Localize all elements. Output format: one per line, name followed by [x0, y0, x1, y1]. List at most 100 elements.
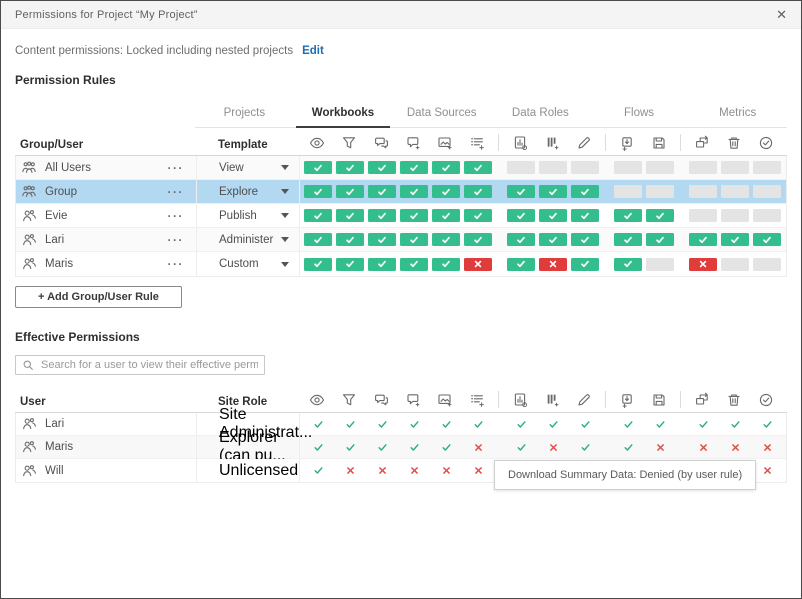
permission-cell-move[interactable]	[689, 185, 717, 198]
effective-mark-funnel	[336, 419, 364, 430]
permission-cell-move[interactable]	[689, 161, 717, 174]
permission-cell-data-bars-plus[interactable]	[539, 185, 567, 198]
user-header: User	[20, 396, 46, 408]
template-select[interactable]: Publish	[219, 210, 289, 222]
effective-mark-comments	[368, 442, 396, 453]
permission-cell-box-arrow-plus[interactable]	[614, 209, 642, 222]
search-input[interactable]	[15, 355, 265, 375]
permission-cell-funnel[interactable]	[336, 161, 364, 174]
permission-cell-funnel[interactable]	[336, 185, 364, 198]
permission-cell-move[interactable]	[689, 233, 717, 246]
permission-cell-comment-plus[interactable]	[400, 161, 428, 174]
permission-cell-chart-doc[interactable]	[507, 209, 535, 222]
permission-cell-floppy[interactable]	[646, 209, 674, 222]
row-actions-menu-icon[interactable]: ···	[168, 185, 197, 199]
permission-cell-comments[interactable]	[368, 258, 396, 271]
template-select[interactable]: Custom	[219, 258, 289, 270]
permission-cell-trash[interactable]	[721, 185, 749, 198]
permission-cell-eye[interactable]	[304, 185, 332, 198]
tab-flows[interactable]: Flows	[590, 103, 689, 127]
permission-cell-move[interactable]	[689, 258, 717, 271]
template-select[interactable]: View	[219, 162, 289, 174]
permission-cell-pencil[interactable]	[571, 233, 599, 246]
tab-data-sources[interactable]: Data Sources	[392, 103, 491, 127]
permission-cell-data-bars-plus[interactable]	[539, 161, 567, 174]
permission-cell-shield-check[interactable]	[753, 258, 781, 271]
row-actions-menu-icon[interactable]: ···	[168, 161, 197, 175]
permission-cell-eye[interactable]	[304, 258, 332, 271]
template-select[interactable]: Explore	[219, 186, 289, 198]
effective-mark-list-plus	[464, 465, 492, 476]
permission-cell-data-bars-plus[interactable]	[539, 258, 567, 271]
permission-cell-comments[interactable]	[368, 233, 396, 246]
close-icon[interactable]: ✕	[776, 8, 787, 21]
permission-cell-box-arrow-plus[interactable]	[614, 233, 642, 246]
permission-cell-data-bars-plus[interactable]	[539, 233, 567, 246]
permission-cell-floppy[interactable]	[646, 233, 674, 246]
permission-cell-data-bars-plus[interactable]	[539, 209, 567, 222]
permission-cell-eye[interactable]	[304, 161, 332, 174]
permission-cell-trash[interactable]	[721, 258, 749, 271]
permission-cell-list-plus[interactable]	[464, 185, 492, 198]
permission-cell-list-plus[interactable]	[464, 161, 492, 174]
edit-link[interactable]: Edit	[302, 45, 324, 57]
capability-cells	[300, 228, 786, 251]
permission-cell-funnel[interactable]	[336, 258, 364, 271]
tab-projects[interactable]: Projects	[195, 103, 294, 127]
permission-cell-shield-check[interactable]	[753, 233, 781, 246]
permission-cell-funnel[interactable]	[336, 233, 364, 246]
permission-cell-chart-doc[interactable]	[507, 161, 535, 174]
permission-cell-trash[interactable]	[721, 161, 749, 174]
permission-cell-image-plus[interactable]	[432, 209, 460, 222]
permission-cell-chart-doc[interactable]	[507, 233, 535, 246]
permission-cell-floppy[interactable]	[646, 161, 674, 174]
tab-workbooks[interactable]: Workbooks	[294, 103, 393, 127]
permission-cell-pencil[interactable]	[571, 258, 599, 271]
permission-cell-chart-doc[interactable]	[507, 258, 535, 271]
permission-cell-comments[interactable]	[368, 185, 396, 198]
permission-cell-image-plus[interactable]	[432, 233, 460, 246]
permission-cell-image-plus[interactable]	[432, 185, 460, 198]
permission-cell-eye[interactable]	[304, 233, 332, 246]
row-actions-menu-icon[interactable]: ···	[168, 233, 197, 247]
permission-cell-floppy[interactable]	[646, 185, 674, 198]
permission-cell-comments[interactable]	[368, 209, 396, 222]
permission-cell-comments[interactable]	[368, 161, 396, 174]
permission-cell-pencil[interactable]	[571, 161, 599, 174]
permission-cell-box-arrow-plus[interactable]	[614, 258, 642, 271]
template-value: Administer	[219, 234, 273, 246]
permission-cell-box-arrow-plus[interactable]	[614, 161, 642, 174]
effective-mark-comments	[368, 419, 396, 430]
permission-cell-move[interactable]	[689, 209, 717, 222]
tab-data-roles[interactable]: Data Roles	[491, 103, 590, 127]
permission-cell-funnel[interactable]	[336, 209, 364, 222]
permission-cell-shield-check[interactable]	[753, 161, 781, 174]
permission-cell-box-arrow-plus[interactable]	[614, 185, 642, 198]
permission-cell-comment-plus[interactable]	[400, 185, 428, 198]
permission-cell-pencil[interactable]	[571, 209, 599, 222]
row-actions-menu-icon[interactable]: ···	[168, 209, 197, 223]
effective-mark-image-plus	[432, 419, 460, 430]
permission-cell-comment-plus[interactable]	[400, 209, 428, 222]
permission-cell-list-plus[interactable]	[464, 258, 492, 271]
permission-cell-shield-check[interactable]	[753, 209, 781, 222]
dropdown-caret-icon	[281, 237, 289, 242]
permission-cell-chart-doc[interactable]	[507, 185, 535, 198]
permission-cell-trash[interactable]	[721, 209, 749, 222]
permission-cell-image-plus[interactable]	[432, 161, 460, 174]
template-select[interactable]: Administer	[219, 234, 289, 246]
row-actions-menu-icon[interactable]: ···	[168, 257, 197, 271]
permission-cell-eye[interactable]	[304, 209, 332, 222]
permission-cell-floppy[interactable]	[646, 258, 674, 271]
permission-cell-comment-plus[interactable]	[400, 233, 428, 246]
permission-cell-comment-plus[interactable]	[400, 258, 428, 271]
permission-cell-list-plus[interactable]	[464, 209, 492, 222]
permission-cell-shield-check[interactable]	[753, 185, 781, 198]
permission-cell-trash[interactable]	[721, 233, 749, 246]
permission-cell-list-plus[interactable]	[464, 233, 492, 246]
dropdown-caret-icon	[281, 262, 289, 267]
permission-cell-image-plus[interactable]	[432, 258, 460, 271]
permission-cell-pencil[interactable]	[571, 185, 599, 198]
add-group-user-rule-button[interactable]: + Add Group/User Rule	[15, 286, 182, 308]
tab-metrics[interactable]: Metrics	[688, 103, 787, 127]
